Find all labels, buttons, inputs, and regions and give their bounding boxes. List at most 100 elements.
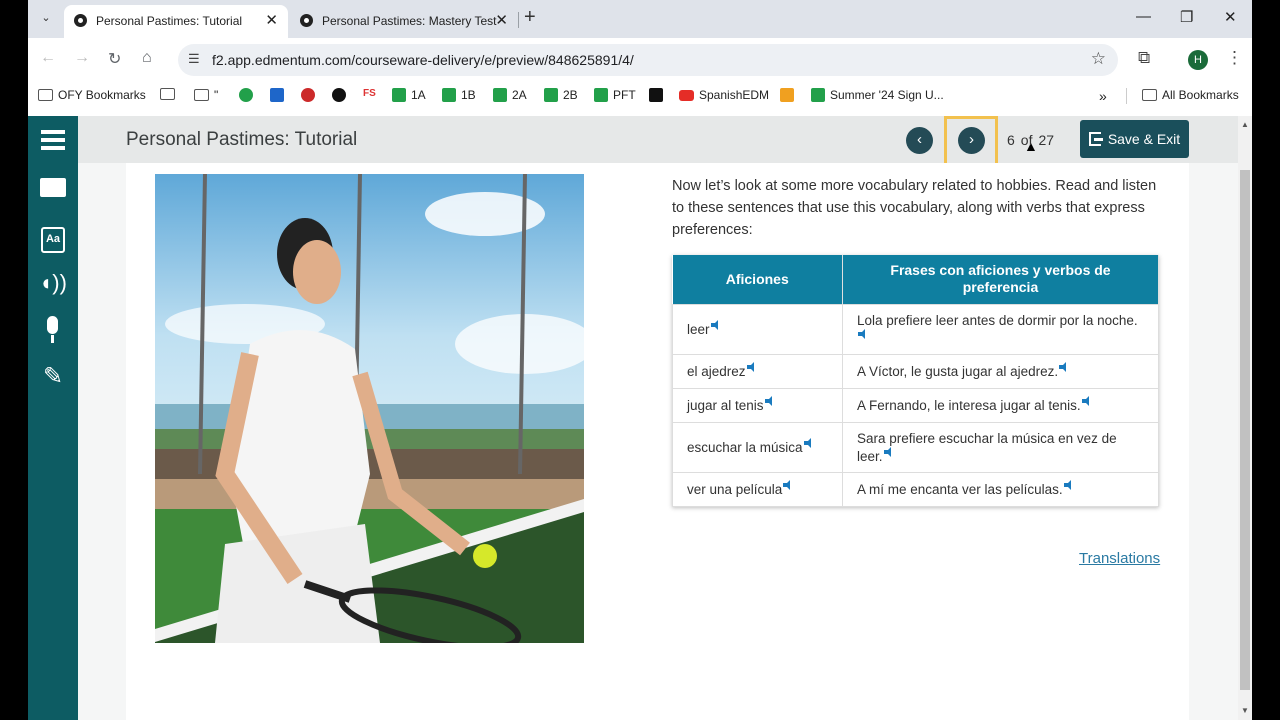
extensions-icon[interactable]: ⧉ xyxy=(1138,48,1150,68)
home-icon[interactable]: ⌂ xyxy=(142,49,152,67)
audio-speaker-icon[interactable] xyxy=(1063,480,1075,490)
page-counter: 6 of 27 xyxy=(1007,132,1055,148)
left-toolbar: Aa ◖)) ✎ xyxy=(28,116,78,720)
lesson-header: Personal Pastimes: Tutorial ‹ › ▲ 6 of 27 … xyxy=(78,116,1238,168)
highlighter-icon[interactable]: ✎ xyxy=(38,362,68,392)
dictionary-icon[interactable]: Aa xyxy=(38,220,68,253)
page-title: Personal Pastimes: Tutorial xyxy=(126,129,358,150)
green-plus-icon xyxy=(544,88,558,102)
youtube-icon xyxy=(679,89,694,101)
audio-speaker-icon[interactable] xyxy=(1059,362,1070,372)
close-window-icon[interactable]: ✕ xyxy=(1224,8,1237,26)
table-cell: el ajedrez xyxy=(672,353,843,389)
bookmark-2b[interactable]: 2B xyxy=(544,88,578,102)
edmentum-icon xyxy=(332,88,346,102)
browser-window: ⌄ Personal Pastimes: Tutorial ✕ Personal… xyxy=(28,0,1252,720)
audio-speaker-icon[interactable] xyxy=(803,438,815,448)
previous-page-button[interactable]: ‹ xyxy=(906,127,933,154)
table-row: jugar al tenis A Fernando, le interesa j… xyxy=(672,387,1159,423)
scroll-up-icon[interactable]: ▲ xyxy=(1241,120,1249,129)
exit-icon xyxy=(1088,132,1103,146)
table-header-row: Aficiones Frases con aficiones y verbos … xyxy=(672,255,1159,304)
translations-link[interactable]: Translations xyxy=(1079,550,1160,567)
speak-icon[interactable]: ◖)) xyxy=(38,268,68,298)
browser-menu-icon[interactable]: ⋮ xyxy=(1226,48,1243,68)
bookmarks-bar: OFY Bookmarks " FS 1A 1B 2A 2B PFT Spani… xyxy=(28,82,1252,110)
bookmark-apple[interactable] xyxy=(301,88,315,102)
audio-speaker-icon[interactable] xyxy=(710,320,722,330)
profile-avatar[interactable]: H xyxy=(1188,50,1208,70)
tab-title: Personal Pastimes: Mastery Test xyxy=(322,14,497,28)
lesson-content: Now let’s look at some more vocabulary r… xyxy=(126,163,1189,720)
green-plus-icon xyxy=(811,88,825,102)
audio-speaker-icon[interactable] xyxy=(746,362,758,372)
audio-speaker-icon[interactable] xyxy=(1081,396,1093,406)
back-icon[interactable]: ← xyxy=(40,49,56,67)
bookmark-1b[interactable]: 1B xyxy=(442,88,476,102)
save-exit-button[interactable]: Save & Exit xyxy=(1080,120,1189,158)
tab-tutorial[interactable]: Personal Pastimes: Tutorial ✕ xyxy=(64,5,288,38)
table-row: ver una película A mí me encanta ver las… xyxy=(672,471,1159,507)
next-page-button[interactable]: › xyxy=(958,127,985,154)
table-row: el ajedrez A Víctor, le gusta jugar al a… xyxy=(672,353,1159,389)
tab-title: Personal Pastimes: Tutorial xyxy=(96,14,243,28)
bookmark-folder[interactable] xyxy=(160,88,175,100)
bookmark-calendar[interactable] xyxy=(270,88,284,102)
bookmark-edmentum[interactable] xyxy=(332,88,346,102)
audio-speaker-icon[interactable] xyxy=(883,446,895,457)
folder-icon[interactable] xyxy=(38,172,68,202)
forward-icon[interactable]: → xyxy=(74,49,90,67)
intro-text: Now let’s look at some more vocabulary r… xyxy=(672,178,1157,238)
table-cell: Lola prefiere leer antes de dormir por l… xyxy=(842,303,1159,355)
bookmark-spanishedm[interactable]: SpanishEDM xyxy=(679,88,769,102)
table-row: escuchar la música Sara prefiere escucha… xyxy=(672,421,1159,473)
bookmarks-overflow[interactable]: » xyxy=(1099,88,1107,104)
audio-speaker-icon[interactable] xyxy=(764,396,776,406)
bookmark-ofy[interactable]: OFY Bookmarks xyxy=(38,88,146,102)
scroll-down-icon[interactable]: ▼ xyxy=(1241,706,1249,715)
table-cell: escuchar la música xyxy=(672,421,843,473)
wr-icon xyxy=(780,88,794,102)
tab-search-icon[interactable]: ⌄ xyxy=(36,8,56,28)
calendar-icon xyxy=(270,88,284,102)
table-cell: leer xyxy=(672,303,843,355)
scroll-thumb[interactable] xyxy=(1240,170,1250,690)
restore-icon[interactable]: ❐ xyxy=(1180,8,1193,26)
close-tab-icon[interactable]: ✕ xyxy=(495,11,508,29)
table-cell: A mí me encanta ver las películas. xyxy=(842,471,1159,507)
bookmark-2a[interactable]: 2A xyxy=(493,88,527,102)
new-tab-icon[interactable]: + xyxy=(524,6,536,29)
bookmark-fs[interactable]: FS xyxy=(363,88,376,99)
audio-speaker-icon[interactable] xyxy=(858,328,869,339)
url-text: f2.app.edmentum.com/courseware-delivery/… xyxy=(212,52,634,68)
minimize-icon[interactable]: — xyxy=(1136,8,1151,25)
list-icon[interactable] xyxy=(38,125,68,155)
bookmark-pft[interactable]: PFT xyxy=(594,88,636,102)
apple-icon xyxy=(301,88,315,102)
address-bar[interactable]: ☰ f2.app.edmentum.com/courseware-deliver… xyxy=(178,44,1118,76)
phone-icon xyxy=(239,88,253,102)
folder-icon xyxy=(194,89,209,101)
table-cell: jugar al tenis xyxy=(672,387,843,423)
tab-mastery-test[interactable]: Personal Pastimes: Mastery Test ✕ xyxy=(290,5,518,38)
bookmark-folder-quote[interactable]: " xyxy=(194,88,218,102)
bookmark-wr[interactable] xyxy=(780,88,794,102)
bookmark-tv[interactable] xyxy=(649,88,663,102)
site-info-icon[interactable]: ☰ xyxy=(188,51,200,67)
green-plus-icon xyxy=(594,88,608,102)
bookmark-summer[interactable]: Summer '24 Sign U... xyxy=(811,88,944,102)
close-tab-icon[interactable]: ✕ xyxy=(265,11,278,29)
tv-icon xyxy=(649,88,663,102)
audio-speaker-icon[interactable] xyxy=(783,480,794,490)
microphone-icon[interactable] xyxy=(38,314,68,344)
bookmark-star-icon[interactable]: ☆ xyxy=(1091,49,1106,69)
folder-icon xyxy=(1142,89,1157,101)
vocabulary-table: Aficiones Frases con aficiones y verbos … xyxy=(672,255,1159,507)
green-plus-icon xyxy=(493,88,507,102)
all-bookmarks[interactable]: All Bookmarks xyxy=(1142,88,1239,102)
divider xyxy=(1126,88,1127,104)
reload-icon[interactable]: ↻ xyxy=(108,49,121,69)
bookmark-phone[interactable] xyxy=(239,88,253,102)
page-scrollbar[interactable]: ▲ ▼ xyxy=(1238,116,1252,720)
bookmark-1a[interactable]: 1A xyxy=(392,88,426,102)
